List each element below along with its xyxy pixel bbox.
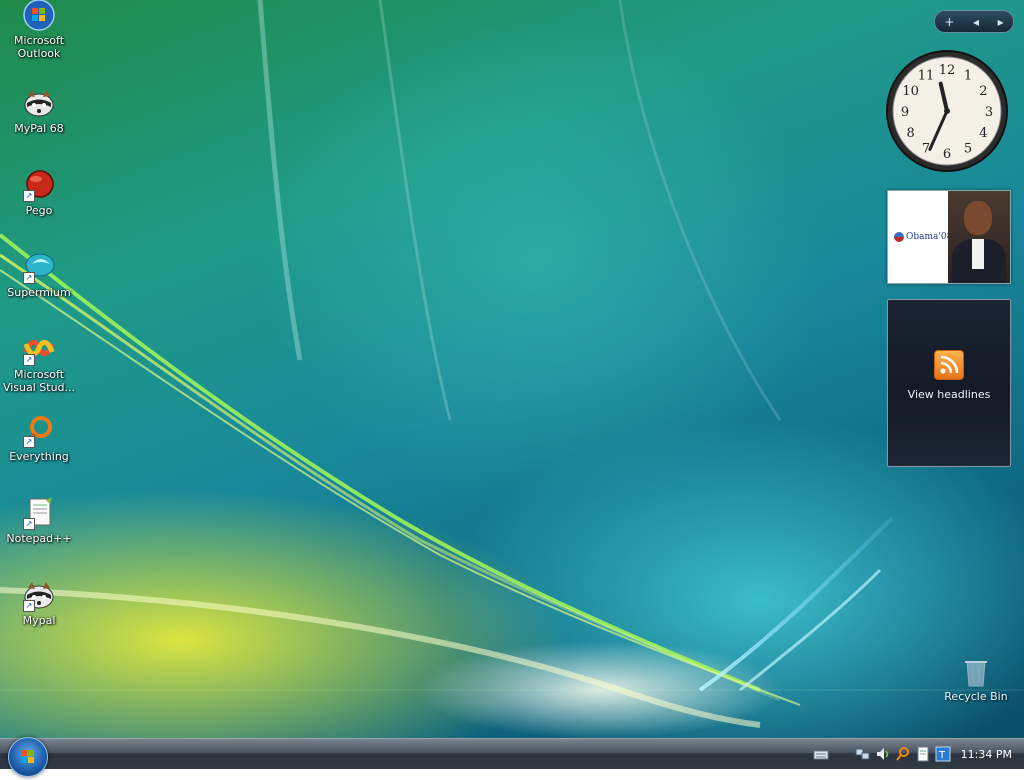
add-gadget-button[interactable]: + (944, 15, 954, 29)
desktop-icon-everything[interactable]: ↗ Everything (2, 414, 76, 463)
clock-number-9: 9 (901, 105, 909, 120)
clock-number-12: 12 (939, 63, 956, 78)
portrait-shirt (972, 239, 984, 269)
network-icon[interactable] (855, 746, 871, 762)
clock-number-1: 1 (964, 69, 972, 84)
wallpaper-waves (0, 0, 1024, 728)
view-headlines-link[interactable]: View headlines (888, 388, 1010, 401)
feed-headlines-gadget[interactable]: View headlines (887, 299, 1011, 467)
slideshow-logo-text: Obama'08 (906, 232, 953, 242)
visual-studio-icon: ↗ (22, 332, 56, 366)
desktop-icon-pego[interactable]: ↗ Pego (2, 168, 76, 217)
desktop-icon-mypal-68[interactable]: MyPal 68 (2, 86, 76, 135)
notepad-icon: ↗ (22, 496, 56, 530)
icon-label-line1: Microsoft (13, 368, 65, 381)
shortcut-arrow-icon: ↗ (23, 518, 35, 530)
slideshow-photo: Obama'08 (888, 191, 1010, 283)
icon-label-line2: Visual Stud... (2, 381, 76, 394)
recycle-bin-icon (961, 656, 991, 688)
translator-icon[interactable]: T (935, 746, 951, 762)
icon-label: Pego (25, 204, 53, 217)
shortcut-arrow-icon: ↗ (23, 190, 35, 202)
clock-number-10: 10 (902, 84, 919, 99)
raccoon-icon (22, 86, 56, 120)
portrait-face (964, 201, 992, 235)
desktop-icon-microsoft-outlook[interactable]: Microsoft Outlook (2, 0, 76, 60)
desktop-icon-supermium[interactable]: ↗ Supermium (2, 250, 76, 299)
shortcut-arrow-icon: ↗ (23, 354, 35, 366)
clock-number-6: 6 (943, 147, 951, 162)
raccoon-icon: ↗ (22, 578, 56, 612)
windows-orb-icon (22, 0, 56, 32)
clock-number-3: 3 (985, 105, 993, 120)
recycle-bin-label: Recycle Bin (944, 690, 1008, 703)
desktop-icon-recycle-bin[interactable]: Recycle Bin (936, 656, 1016, 703)
clock-number-11: 11 (918, 69, 935, 84)
svg-text:T: T (938, 750, 946, 761)
notepad-icon[interactable] (915, 746, 931, 762)
previous-gadgets-button[interactable]: ◂ (973, 15, 979, 29)
clock-number-4: 4 (979, 126, 987, 141)
shortcut-arrow-icon: ↗ (23, 436, 35, 448)
supermium-icon: ↗ (22, 250, 56, 284)
icon-label: Mypal (22, 614, 56, 627)
keyboard-icon[interactable] (813, 746, 829, 762)
start-button[interactable] (8, 737, 48, 777)
clock-gadget[interactable]: 12 1234567891011 (885, 49, 1009, 173)
windows-start-icon (21, 750, 34, 763)
icon-label-line2: Outlook (17, 47, 61, 60)
search-icon[interactable] (895, 746, 911, 762)
taskbar-clock[interactable]: 11:34 PM (961, 748, 1012, 761)
desktop-icon-notepad-plus-plus[interactable]: ↗ Notepad++ (2, 496, 76, 545)
clock-number-2: 2 (979, 84, 987, 99)
slideshow-gadget[interactable]: Obama'08 (887, 190, 1011, 284)
desktop-icon-microsoft-visual-studio[interactable]: ↗ Microsoft Visual Stud... (2, 332, 76, 394)
magnifier-icon: ↗ (22, 414, 56, 448)
taskbar: T 11:34 PM (0, 737, 1024, 777)
campaign-logo-icon (894, 232, 904, 242)
desktop: Microsoft Outlook MyPal 68 ↗ Pego ↗ Supe… (0, 0, 1024, 738)
icon-label: MyPal 68 (14, 122, 64, 135)
icon-label: Notepad++ (6, 532, 72, 545)
icon-label-line1: Microsoft (13, 34, 65, 47)
rss-icon (934, 350, 964, 380)
next-gadgets-button[interactable]: ▸ (998, 15, 1004, 29)
icon-label: Supermium (7, 286, 71, 299)
shortcut-arrow-icon: ↗ (23, 272, 35, 284)
red-globe-icon: ↗ (22, 168, 56, 202)
sidebar-controls: + ◂ ▸ (934, 10, 1014, 33)
shortcut-arrow-icon: ↗ (23, 600, 35, 612)
clock-number-8: 8 (906, 126, 914, 141)
system-tray: T 11:34 PM (811, 739, 1024, 769)
icon-label: Everything (9, 450, 69, 463)
clock-number-5: 5 (964, 141, 972, 156)
volume-icon[interactable] (875, 746, 891, 762)
desktop-icon-mypal[interactable]: ↗ Mypal (2, 578, 76, 627)
